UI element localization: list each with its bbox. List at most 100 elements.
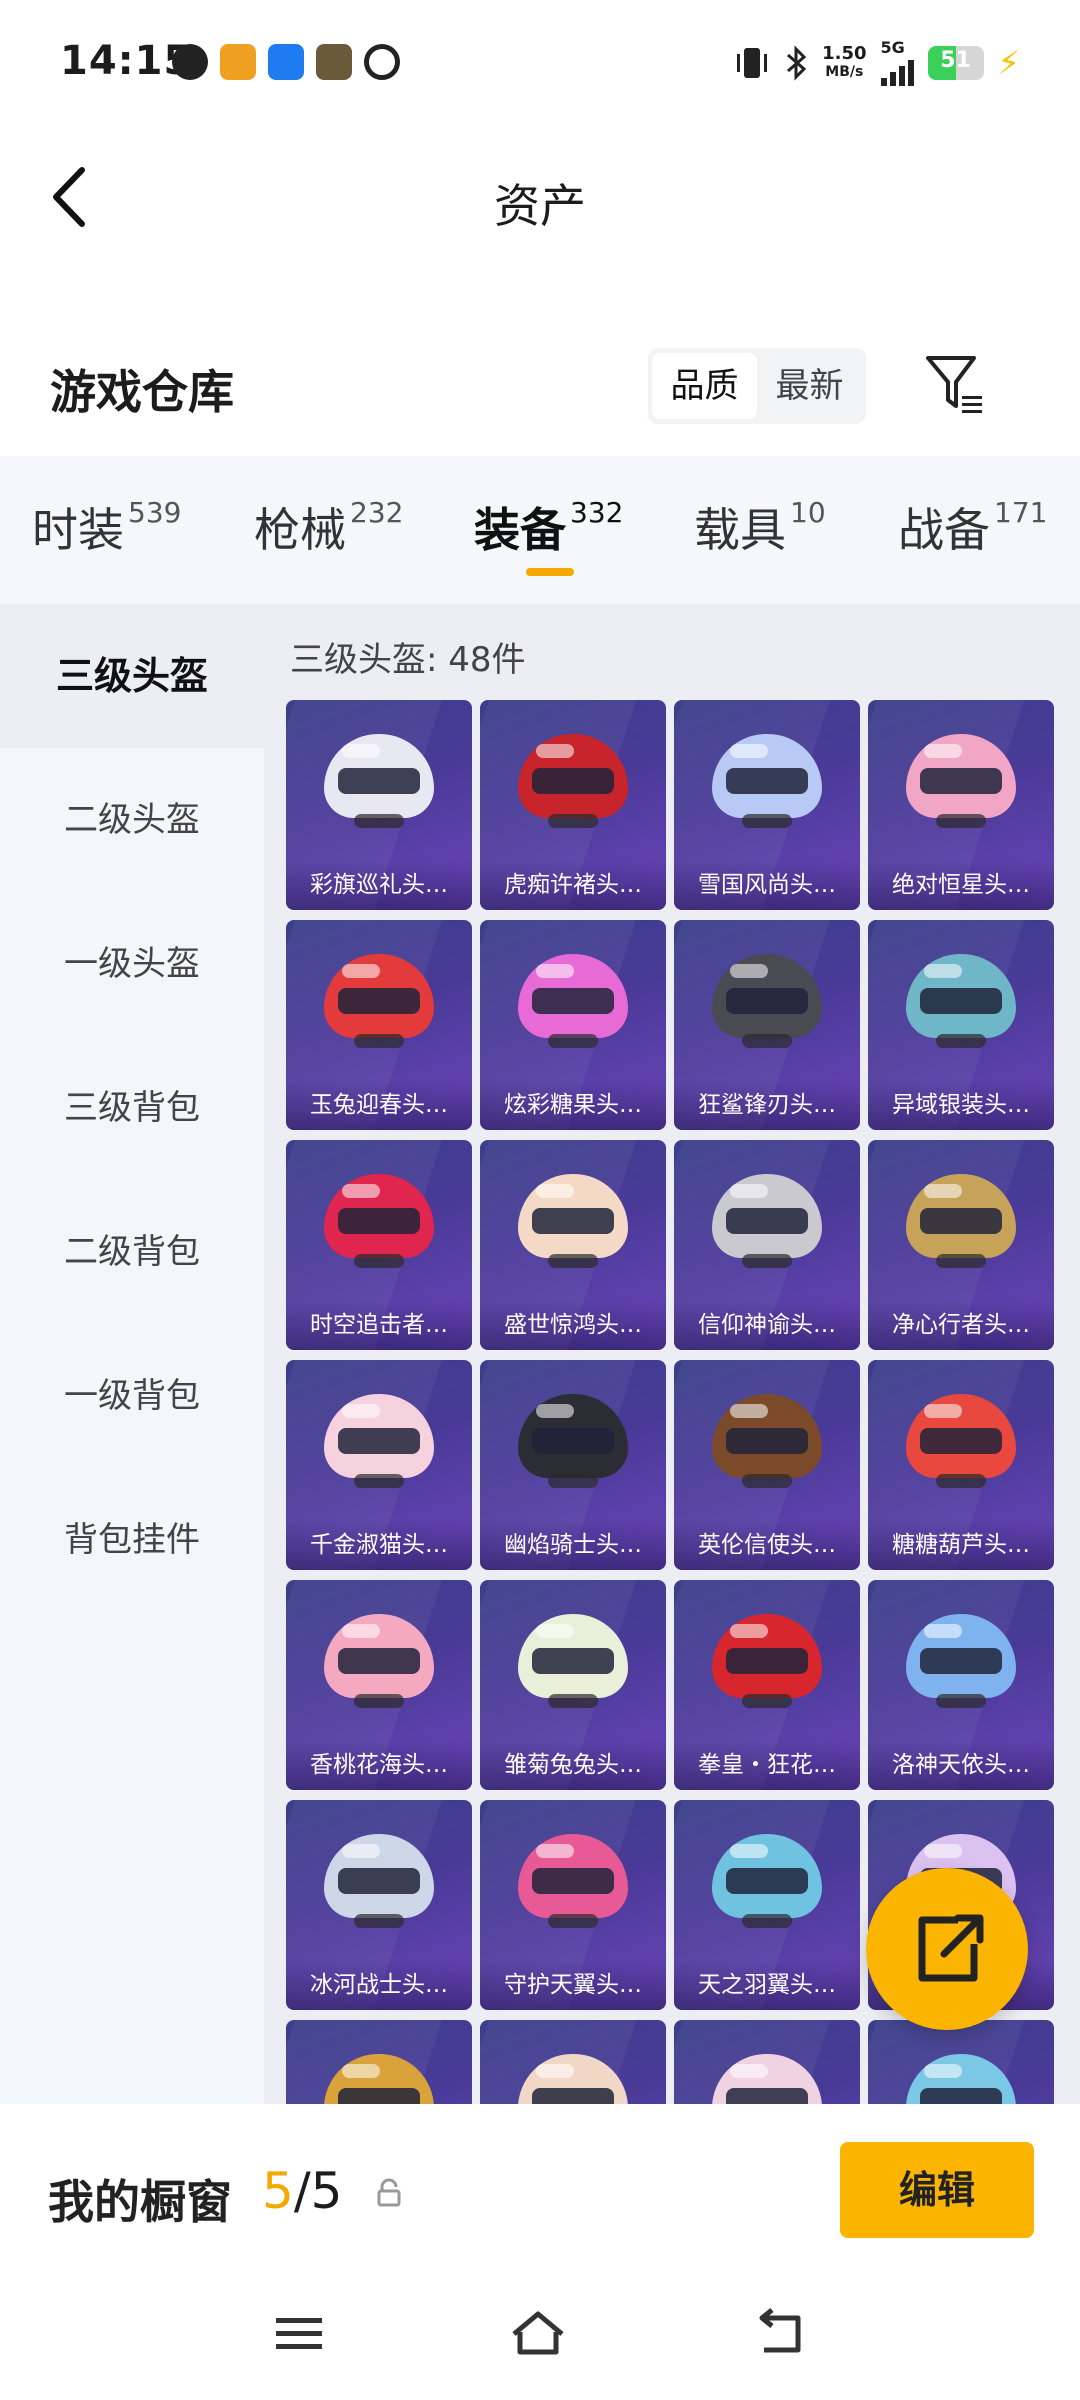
item-name: 盛世惊鸿头… bbox=[480, 1300, 666, 1350]
item-card[interactable]: 守护天翼头… bbox=[480, 1800, 666, 2010]
lock-icon bbox=[377, 2178, 401, 2207]
item-card[interactable]: 雏菊兔兔头… bbox=[480, 1580, 666, 1790]
helmet-icon bbox=[712, 1614, 822, 1712]
item-card[interactable] bbox=[674, 2020, 860, 2104]
app-notification-icon bbox=[220, 44, 256, 80]
item-count: 三级头盔: 48件 bbox=[290, 640, 526, 680]
network-speed: 1.50 MB/s bbox=[822, 43, 867, 81]
tab-fashion[interactable]: 时装 539 bbox=[32, 494, 181, 560]
tab-supplies[interactable]: 战备 171 bbox=[898, 494, 1047, 560]
battery-text: 51 bbox=[940, 48, 971, 73]
item-name: 时空追击者… bbox=[286, 1300, 472, 1350]
item-name: 香桃花海头… bbox=[286, 1740, 472, 1790]
item-name: 绝对恒星头… bbox=[868, 860, 1054, 910]
helmet-icon bbox=[712, 734, 822, 832]
signal-icon bbox=[880, 56, 914, 86]
item-card[interactable]: 狂鲨锋刃头… bbox=[674, 920, 860, 1130]
item-card[interactable]: 拳皇・狂花… bbox=[674, 1580, 860, 1790]
sidebar-item-backpack-charm[interactable]: 背包挂件 bbox=[0, 1468, 264, 1612]
back-nav-icon[interactable] bbox=[750, 2308, 810, 2358]
helmet-icon bbox=[324, 954, 434, 1052]
charging-icon: ⚡ bbox=[997, 44, 1020, 82]
sidebar-item-level2-backpack[interactable]: 二级背包 bbox=[0, 1180, 264, 1324]
sidebar-item-level3-backpack[interactable]: 三级背包 bbox=[0, 1036, 264, 1180]
item-card[interactable] bbox=[286, 2020, 472, 2104]
item-card[interactable]: 绝对恒星头… bbox=[868, 700, 1054, 910]
helmet-icon bbox=[518, 1834, 628, 1932]
item-card[interactable]: 玉兔迎春头… bbox=[286, 920, 472, 1130]
helmet-icon bbox=[906, 734, 1016, 832]
tab-vehicles[interactable]: 载具 10 bbox=[694, 494, 826, 560]
helmet-icon bbox=[518, 954, 628, 1052]
item-card[interactable]: 时空追击者… bbox=[286, 1140, 472, 1350]
helmet-icon bbox=[712, 1174, 822, 1272]
item-name: 雏菊兔兔头… bbox=[480, 1740, 666, 1790]
edit-button[interactable]: 编辑 bbox=[840, 2142, 1034, 2238]
item-card[interactable]: 炫彩糖果头… bbox=[480, 920, 666, 1130]
helmet-icon bbox=[906, 1174, 1016, 1272]
item-name: 虎痴许褚头… bbox=[480, 860, 666, 910]
item-card[interactable] bbox=[868, 2020, 1054, 2104]
item-card[interactable]: 彩旗巡礼头… bbox=[286, 700, 472, 910]
item-card[interactable]: 洛神天依头… bbox=[868, 1580, 1054, 1790]
item-card[interactable]: 天之羽翼头… bbox=[674, 1800, 860, 2010]
sidebar-item-level3-helmet[interactable]: 三级头盔 bbox=[0, 604, 264, 748]
item-card[interactable]: 信仰神谕头… bbox=[674, 1140, 860, 1350]
item-card[interactable]: 冰河战士头… bbox=[286, 1800, 472, 2010]
page-title: 资产 bbox=[494, 179, 586, 233]
helmet-icon bbox=[518, 2054, 628, 2104]
helmet-icon bbox=[906, 1614, 1016, 1712]
helmet-icon bbox=[906, 2054, 1016, 2104]
home-icon[interactable] bbox=[508, 2308, 568, 2358]
item-name: 净心行者头… bbox=[868, 1300, 1054, 1350]
helmet-icon bbox=[712, 1394, 822, 1492]
helmet-icon bbox=[324, 1394, 434, 1492]
item-name: 玉兔迎春头… bbox=[286, 1080, 472, 1130]
battery-icon: 51 bbox=[927, 46, 984, 80]
helmet-icon bbox=[518, 1614, 628, 1712]
item-name: 彩旗巡礼头… bbox=[286, 860, 472, 910]
item-card[interactable]: 英伦信使头… bbox=[674, 1360, 860, 1570]
subcategory-sidebar: 三级头盔 二级头盔 一级头盔 三级背包 二级背包 一级背包 背包挂件 bbox=[0, 604, 264, 2104]
vibrate-icon bbox=[737, 48, 768, 78]
sidebar-item-level2-helmet[interactable]: 二级头盔 bbox=[0, 748, 264, 892]
tab-equipment[interactable]: 装备 332 bbox=[474, 494, 623, 560]
sort-quality-option[interactable]: 品质 bbox=[652, 353, 757, 419]
helmet-icon bbox=[518, 734, 628, 832]
item-card[interactable]: 雪国风尚头… bbox=[674, 700, 860, 910]
item-card[interactable] bbox=[480, 2020, 666, 2104]
item-name: 千金淑猫头… bbox=[286, 1520, 472, 1570]
item-card[interactable]: 香桃花海头… bbox=[286, 1580, 472, 1790]
item-name: 英伦信使头… bbox=[674, 1520, 860, 1570]
sort-latest-option[interactable]: 最新 bbox=[757, 353, 862, 419]
filter-icon[interactable] bbox=[922, 352, 988, 418]
item-name: 炫彩糖果头… bbox=[480, 1080, 666, 1130]
app-notification-icon bbox=[364, 44, 400, 80]
helmet-icon bbox=[712, 954, 822, 1052]
item-card[interactable]: 净心行者头… bbox=[868, 1140, 1054, 1350]
item-name: 信仰神谕头… bbox=[674, 1300, 860, 1350]
app-notification-icon bbox=[316, 44, 352, 80]
helmet-icon bbox=[324, 1614, 434, 1712]
tab-firearms[interactable]: 枪械 232 bbox=[254, 494, 403, 560]
share-button[interactable] bbox=[866, 1868, 1028, 2030]
network-type: 5G bbox=[880, 40, 914, 86]
item-card[interactable]: 盛世惊鸿头… bbox=[480, 1140, 666, 1350]
helmet-icon bbox=[712, 2054, 822, 2104]
helmet-icon bbox=[518, 1174, 628, 1272]
helmet-icon bbox=[324, 1834, 434, 1932]
item-name: 幽焰骑士头… bbox=[480, 1520, 666, 1570]
sidebar-item-level1-helmet[interactable]: 一级头盔 bbox=[0, 892, 264, 1036]
sidebar-item-level1-backpack[interactable]: 一级背包 bbox=[0, 1324, 264, 1468]
item-name: 拳皇・狂花… bbox=[674, 1740, 860, 1790]
item-name: 糖糖葫芦头… bbox=[868, 1520, 1054, 1570]
warehouse-title: 游戏仓库 bbox=[50, 365, 234, 419]
menu-icon[interactable] bbox=[270, 2308, 330, 2358]
item-card[interactable]: 千金淑猫头… bbox=[286, 1360, 472, 1570]
item-card[interactable]: 异域银装头… bbox=[868, 920, 1054, 1130]
item-card[interactable]: 幽焰骑士头… bbox=[480, 1360, 666, 1570]
showcase-count: 5/5 bbox=[262, 2162, 343, 2220]
item-card[interactable]: 糖糖葫芦头… bbox=[868, 1360, 1054, 1570]
helmet-icon bbox=[324, 2054, 434, 2104]
item-card[interactable]: 虎痴许褚头… bbox=[480, 700, 666, 910]
